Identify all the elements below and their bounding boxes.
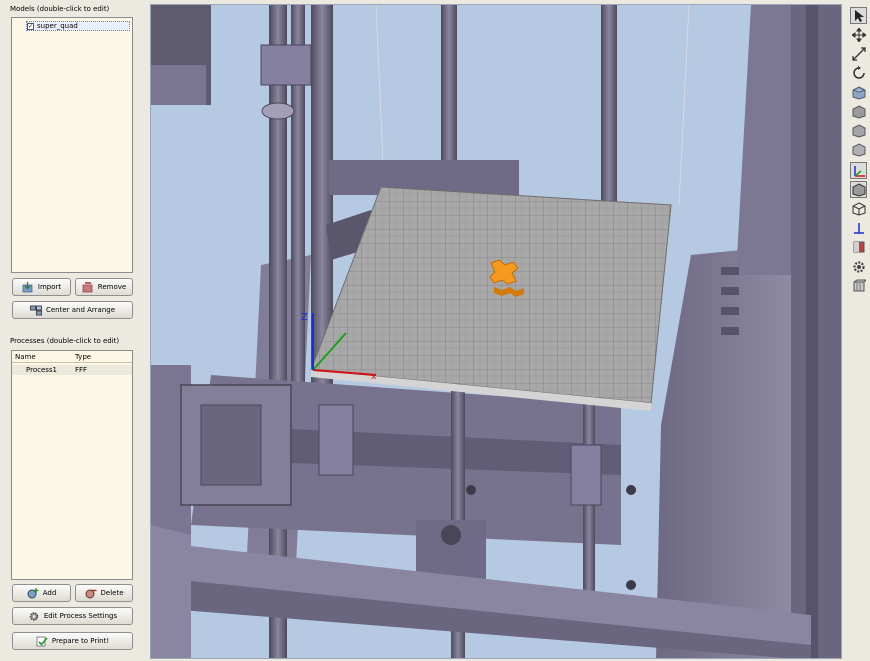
table-row[interactable]: Process1 FFF [12,365,132,375]
view-right-icon [852,142,865,157]
cut-icon [853,241,864,252]
center-arrange-icon [29,305,42,316]
build-volume-tool[interactable] [850,277,867,294]
settings-tool[interactable] [850,258,867,275]
view-top[interactable] [850,84,867,101]
scale-icon [851,46,866,61]
view-right[interactable] [850,141,867,158]
view-front-icon [852,104,865,119]
printer-scene: x Z [151,5,841,658]
view-top-icon [852,85,865,100]
settings-gear-icon [852,260,865,273]
wireframe-view-icon [852,201,865,216]
settings-gear-icon [28,611,40,622]
3d-viewport[interactable]: x Z [150,4,842,659]
import-button[interactable]: Import [12,278,71,296]
view-toolbar [847,4,869,659]
models-group-title: Models (double-click to edit) [10,5,110,13]
rotate-icon [852,65,865,79]
z-axis-tool[interactable] [850,219,867,236]
model-name: super_quad [37,22,78,30]
prepare-to-print-button[interactable]: Prepare to Print! [12,632,133,650]
axes-toggle-icon [853,165,865,177]
solid-view-icon [852,182,865,197]
remove-button[interactable]: Remove [75,278,133,296]
process-name: Process1 [26,366,58,374]
solid-view[interactable] [850,181,867,198]
rotate-tool[interactable] [850,64,867,81]
delete-button[interactable]: Delete [75,584,133,602]
move-icon [851,27,866,42]
select-tool[interactable] [850,7,867,24]
add-button[interactable]: Add [12,584,71,602]
select-icon [854,9,864,22]
column-header-type: Type [75,352,92,361]
remove-icon [82,281,94,293]
add-icon [27,587,39,599]
models-list[interactable]: ✓ super_quad [11,17,133,273]
cut-tool[interactable] [850,238,867,255]
process-type: FFF [75,366,88,374]
prepare-print-icon [36,636,48,647]
edit-process-settings-button[interactable]: Edit Process Settings [12,607,133,625]
axes-toggle[interactable] [850,162,867,179]
processes-group-title: Processes (double-click to edit) [10,337,120,345]
scale-tool[interactable] [850,45,867,62]
svg-text:Z: Z [301,312,308,323]
wireframe-view[interactable] [850,200,867,217]
view-left[interactable] [850,122,867,139]
move-tool[interactable] [850,26,867,43]
import-icon [22,281,34,293]
column-header-name: Name [15,352,36,361]
svg-text:x: x [371,372,377,382]
view-left-icon [852,123,865,138]
z-rail-back-right [601,5,617,205]
z-axis-icon [853,222,864,234]
model-checkbox[interactable]: ✓ [27,22,34,30]
view-front[interactable] [850,103,867,120]
delete-icon [85,588,97,599]
center-arrange-button[interactable]: Center and Arrange [12,301,133,319]
table-header: Name Type [12,351,132,363]
left-panel: Models (double-click to edit) ✓ super_qu… [0,0,145,661]
list-item[interactable]: ✓ super_quad [26,21,130,31]
processes-table[interactable]: Name Type Process1 FFF [11,350,133,580]
build-volume-icon [853,279,866,291]
